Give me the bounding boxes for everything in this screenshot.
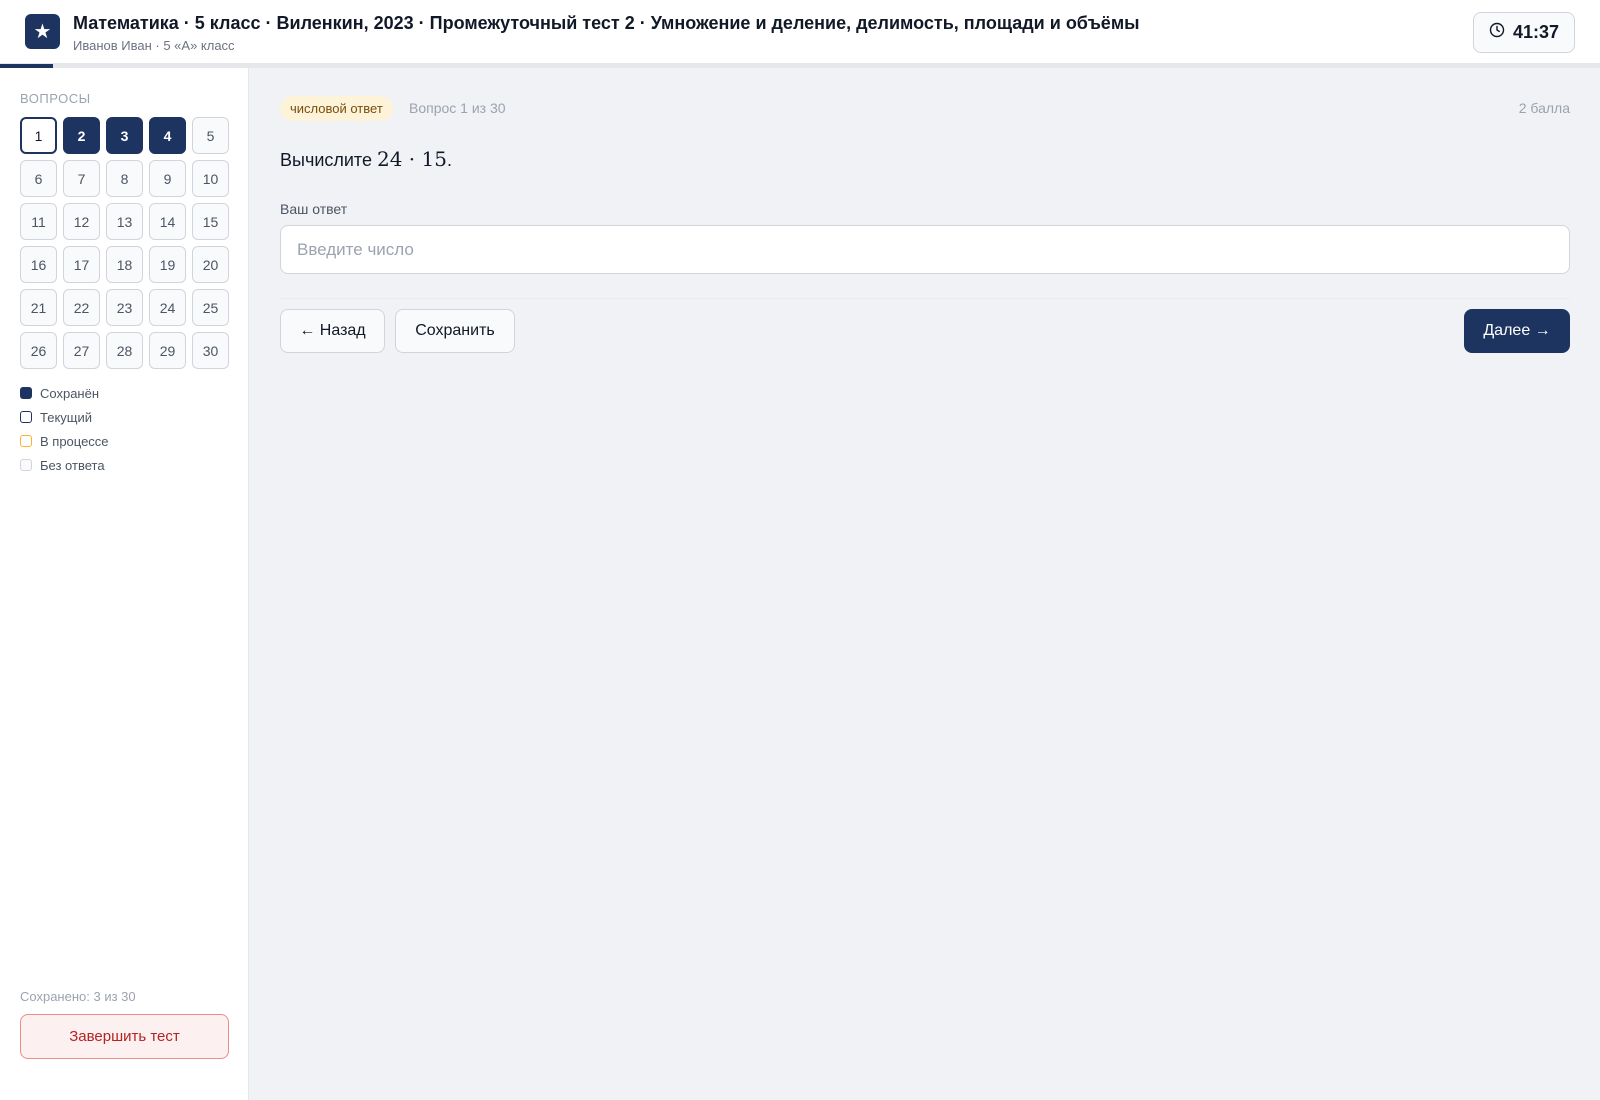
question-cell-11[interactable]: 11 xyxy=(20,203,57,240)
question-cell-15[interactable]: 15 xyxy=(192,203,229,240)
legend-in-progress: В процессе xyxy=(20,429,109,453)
legend-label: Текущий xyxy=(40,409,92,425)
saved-swatch xyxy=(20,387,32,399)
question-panel: числовой ответ Вопрос 1 из 30 2 балла Вы… xyxy=(250,68,1600,1100)
student-info: Иванов Иван · 5 «А» класс xyxy=(73,38,235,53)
test-title: Математика · 5 класс · Виленкин, 2023 · … xyxy=(73,13,1140,33)
question-grid: 1 2 3 4 5 6 7 8 9 10 11 12 13 14 15 16 17 18 19 20 21 22 23 24 2… xyxy=(20,117,230,369)
question-cell-6[interactable]: 6 xyxy=(20,160,57,197)
answer-input[interactable] xyxy=(280,225,1570,274)
question-cell-23[interactable]: 23 xyxy=(106,289,143,326)
question-cell-24[interactable]: 24 xyxy=(149,289,186,326)
legend: Сохранён Текущий В процессе Без ответа xyxy=(20,381,109,477)
question-cell-8[interactable]: 8 xyxy=(106,160,143,197)
question-cell-4[interactable]: 4 xyxy=(149,117,186,154)
answer-label: Ваш ответ xyxy=(280,201,348,217)
current-swatch xyxy=(20,411,32,423)
question-end: . xyxy=(446,150,452,170)
question-cell-27[interactable]: 27 xyxy=(63,332,100,369)
save-button[interactable]: Сохранить xyxy=(395,309,515,353)
question-cell-30[interactable]: 30 xyxy=(192,332,229,369)
legend-no-answer: Без ответа xyxy=(20,453,109,477)
question-cell-22[interactable]: 22 xyxy=(63,289,100,326)
finish-test-button[interactable]: Завершить тест xyxy=(20,1014,229,1059)
top-header: ★ Математика · 5 класс · Виленкин, 2023 … xyxy=(0,0,1600,64)
points-label: 2 балла xyxy=(1518,100,1570,116)
question-cell-2[interactable]: 2 xyxy=(63,117,100,154)
question-cell-1[interactable]: 1 xyxy=(20,117,57,154)
question-cell-25[interactable]: 25 xyxy=(192,289,229,326)
saved-count: Сохранено: 3 из 30 xyxy=(20,989,136,1004)
question-cell-28[interactable]: 28 xyxy=(106,332,143,369)
question-cell-3[interactable]: 3 xyxy=(106,117,143,154)
legend-saved: Сохранён xyxy=(20,381,109,405)
legend-label: Сохранён xyxy=(40,385,100,401)
divider xyxy=(280,298,1570,299)
timer-value: 41:37 xyxy=(1512,22,1560,42)
question-cell-16[interactable]: 16 xyxy=(20,246,57,283)
question-cell-20[interactable]: 20 xyxy=(192,246,229,283)
no-answer-swatch xyxy=(20,459,32,471)
next-button[interactable]: Далее → xyxy=(1464,309,1570,353)
in-progress-swatch xyxy=(20,435,32,447)
legend-label: Без ответа xyxy=(40,457,105,473)
question-prefix: Вычислите xyxy=(280,150,377,170)
question-cell-14[interactable]: 14 xyxy=(149,203,186,240)
question-cell-17[interactable]: 17 xyxy=(63,246,100,283)
legend-current: Текущий xyxy=(20,405,109,429)
question-cell-19[interactable]: 19 xyxy=(149,246,186,283)
question-cell-21[interactable]: 21 xyxy=(20,289,57,326)
question-cell-9[interactable]: 9 xyxy=(149,160,186,197)
question-sidebar: Вопросы 1 2 3 4 5 6 7 8 9 10 11 12 13 14 15 16 17 18 19 20 2… xyxy=(0,68,249,1100)
question-cell-10[interactable]: 10 xyxy=(192,160,229,197)
answer-type-badge: числовой ответ xyxy=(280,96,393,121)
question-cell-29[interactable]: 29 xyxy=(149,332,186,369)
question-text: Вычислите 24 · 15. xyxy=(280,147,452,171)
star-logo-icon: ★ xyxy=(25,14,60,49)
question-cell-5[interactable]: 5 xyxy=(192,117,229,154)
clock-icon xyxy=(1489,22,1505,43)
question-expression: 24 · 15 xyxy=(377,147,447,171)
question-cell-26[interactable]: 26 xyxy=(20,332,57,369)
back-button[interactable]: ← Назад xyxy=(280,309,385,353)
legend-label: В процессе xyxy=(40,433,109,449)
questions-heading: Вопросы xyxy=(20,91,91,106)
question-cell-18[interactable]: 18 xyxy=(106,246,143,283)
question-cell-13[interactable]: 13 xyxy=(106,203,143,240)
question-cell-12[interactable]: 12 xyxy=(63,203,100,240)
question-counter: Вопрос 1 из 30 xyxy=(409,100,506,116)
timer: 41:37 xyxy=(1473,12,1575,53)
question-cell-7[interactable]: 7 xyxy=(63,160,100,197)
